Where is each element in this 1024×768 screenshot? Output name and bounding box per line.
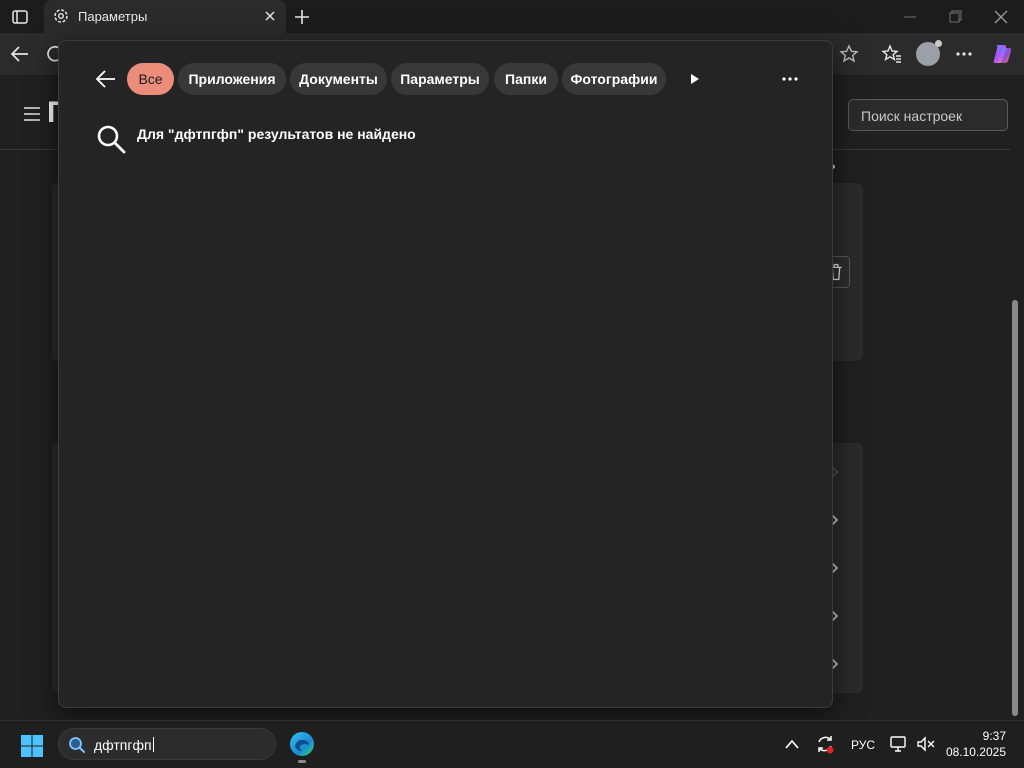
filter-label: Все — [138, 71, 163, 87]
sync-alert-icon[interactable] — [814, 733, 836, 755]
input-language[interactable]: РУС — [851, 738, 875, 752]
windows-start-icon[interactable] — [20, 734, 44, 758]
page-scrollbar[interactable] — [1012, 300, 1018, 716]
search-icon — [97, 125, 126, 154]
volume-muted-icon[interactable] — [916, 735, 936, 753]
back-icon[interactable] — [9, 43, 31, 65]
minimize-icon[interactable] — [900, 7, 920, 27]
running-indicator — [298, 760, 306, 763]
taskbar-search-box[interactable]: дфтпгфп — [58, 728, 276, 760]
filter-apps[interactable]: Приложения — [178, 63, 286, 95]
scroll-filters-right-icon[interactable] — [690, 73, 700, 85]
clock-time[interactable]: 9:37 — [968, 729, 1006, 743]
show-hidden-icons-icon[interactable] — [784, 737, 800, 751]
menu-icon[interactable] — [22, 106, 42, 122]
tab-actions-icon[interactable] — [10, 7, 30, 27]
filter-photos[interactable]: Фотографии — [562, 63, 666, 95]
clock-date[interactable]: 08.10.2025 — [944, 745, 1006, 759]
restore-icon[interactable] — [945, 7, 965, 27]
profile-avatar[interactable] — [916, 40, 942, 66]
more-options-icon[interactable] — [781, 76, 799, 82]
close-window-icon[interactable] — [991, 7, 1011, 27]
copilot-icon[interactable] — [990, 42, 1014, 66]
filter-label: Параметры — [400, 71, 480, 87]
filter-documents[interactable]: Документы — [290, 63, 387, 95]
more-options-icon[interactable] — [953, 43, 975, 65]
gear-icon — [54, 9, 68, 23]
tab-title: Параметры — [78, 9, 148, 24]
favorites-icon[interactable] — [881, 43, 903, 65]
browser-tab-settings[interactable]: Параметры — [44, 0, 286, 33]
filter-label: Документы — [299, 71, 378, 87]
filter-all[interactable]: Все — [127, 63, 174, 95]
filter-settings[interactable]: Параметры — [391, 63, 489, 95]
windows-search-flyout: Все Приложения Документы Параметры Папки… — [58, 40, 833, 708]
filter-folders[interactable]: Папки — [494, 63, 558, 95]
close-tab-icon[interactable] — [262, 8, 278, 24]
filter-label: Папки — [505, 71, 547, 87]
no-results-message: Для "дфтпгфп" результатов не найдено — [137, 126, 416, 142]
new-tab-icon[interactable] — [292, 7, 312, 27]
taskbar-search-input: дфтпгфп — [94, 737, 154, 753]
edge-browser-icon[interactable] — [289, 731, 315, 757]
search-icon — [69, 737, 85, 753]
back-arrow-icon[interactable] — [95, 69, 117, 89]
network-icon[interactable] — [889, 735, 909, 753]
settings-search-input[interactable]: Поиск настроек — [848, 99, 1008, 131]
filter-label: Приложения — [188, 71, 276, 87]
favorite-star-icon[interactable] — [838, 43, 860, 65]
filter-label: Фотографии — [570, 71, 658, 87]
